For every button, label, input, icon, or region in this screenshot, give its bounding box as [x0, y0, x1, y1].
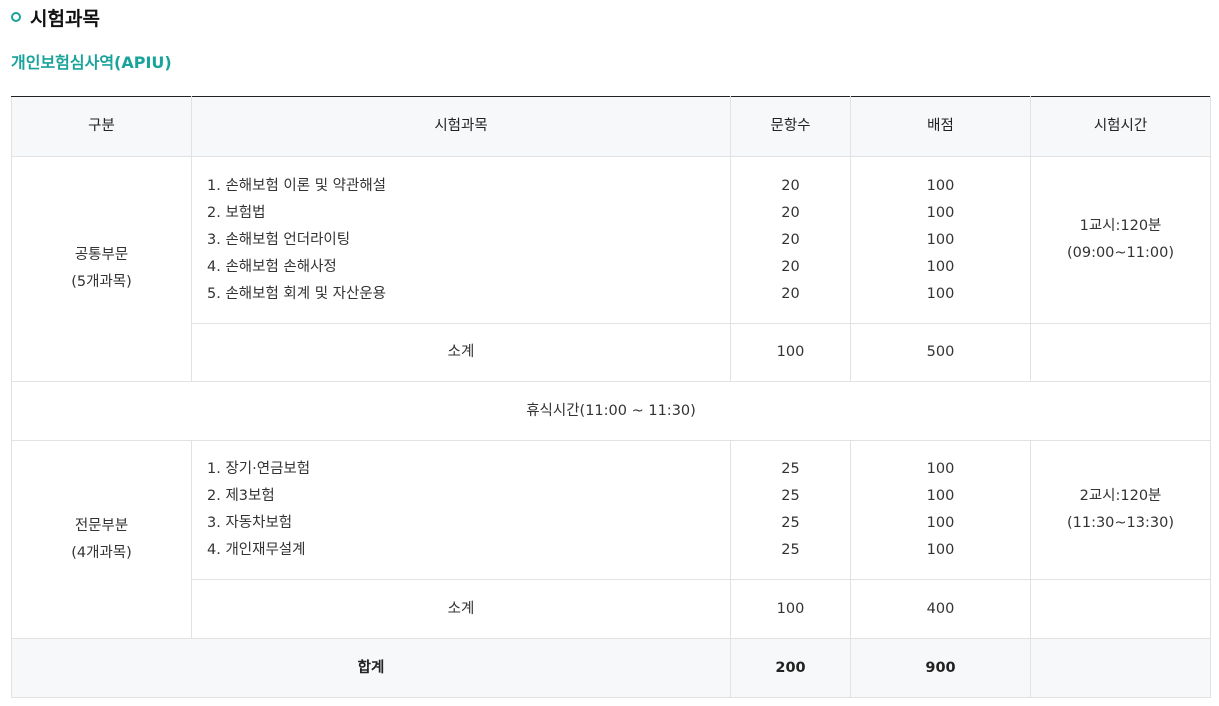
subtotal-questions: 100	[730, 323, 851, 382]
subjects-cell: 1. 장기·연금보험 2. 제3보험 3. 자동차보험 4. 개인재무설계	[191, 440, 731, 580]
empty-cell	[1030, 638, 1211, 698]
category-cell-specialized: 전문부분 (4개과목)	[11, 440, 192, 639]
total-questions: 200	[730, 638, 851, 698]
subtotal-row: 소계 100 400	[12, 579, 1211, 639]
points-cell: 100 100 100 100	[850, 440, 1031, 580]
questions-cell: 20 20 20 20 20	[730, 156, 851, 324]
subtotal-label: 소계	[191, 323, 731, 382]
subject-item: 1. 손해보험 이론 및 약관해설	[207, 177, 387, 194]
exam-subjects-table: 구분 시험과목 문항수 배점 시험시간 공통부문 (5개과목) 1. 손해보험 …	[11, 96, 1211, 698]
header-points: 배점	[850, 96, 1031, 157]
header-subjects: 시험과목	[191, 96, 731, 157]
subtotal-questions: 100	[730, 579, 851, 639]
time-cell-period2: 2교시:120분 (11:30~13:30)	[1030, 440, 1211, 580]
section-title: 시험과목	[11, 2, 100, 32]
section-title-text: 시험과목	[30, 7, 100, 30]
subject-item: 3. 자동차보험	[207, 515, 293, 531]
exam-name-subtitle: 개인보험심사역(APIU)	[11, 53, 172, 72]
subject-item: 3. 손해보험 언더라이팅	[207, 231, 351, 248]
header-time: 시험시간	[1030, 96, 1211, 157]
subject-item: 2. 제3보험	[207, 488, 275, 504]
subtotal-points: 500	[850, 323, 1031, 382]
subtotal-row: 소계 100 500	[12, 323, 1211, 382]
subject-item: 1. 장기·연금보험	[207, 461, 311, 477]
subtotal-points: 400	[850, 579, 1031, 639]
table-row: 공통부문 (5개과목) 1. 손해보험 이론 및 약관해설 2. 보험법 3. …	[11, 156, 1211, 382]
points-cell: 100 100 100 100 100	[850, 156, 1031, 324]
subject-item: 2. 보험법	[207, 204, 266, 221]
questions-cell: 25 25 25 25	[730, 440, 851, 580]
break-time: 휴식시간(11:00 ~ 11:30)	[11, 381, 1211, 441]
table-header-row: 구분 시험과목 문항수 배점 시험시간	[11, 96, 1211, 157]
table-row: 전문부분 (4개과목) 1. 장기·연금보험 2. 제3보험 3. 자동차보험 …	[11, 440, 1211, 639]
category-cell-common: 공통부문 (5개과목)	[11, 156, 192, 382]
subject-item: 4. 손해보험 손해사정	[207, 258, 337, 275]
break-row: 휴식시간(11:00 ~ 11:30)	[11, 381, 1211, 441]
empty-cell	[1030, 323, 1211, 382]
total-label: 합계	[11, 638, 731, 698]
time-cell-period1: 1교시:120분 (09:00~11:00)	[1030, 156, 1211, 324]
header-questions: 문항수	[730, 96, 851, 157]
circle-bullet-icon	[11, 12, 21, 22]
empty-cell	[1030, 579, 1211, 639]
total-points: 900	[850, 638, 1031, 698]
header-category: 구분	[11, 96, 192, 157]
total-row: 합계 200 900	[11, 638, 1211, 698]
subject-item: 4. 개인재무설계	[207, 542, 306, 558]
subtotal-label: 소계	[191, 579, 731, 639]
subject-item: 5. 손해보험 회계 및 자산운용	[207, 285, 387, 302]
subjects-cell: 1. 손해보험 이론 및 약관해설 2. 보험법 3. 손해보험 언더라이팅 4…	[191, 156, 731, 324]
